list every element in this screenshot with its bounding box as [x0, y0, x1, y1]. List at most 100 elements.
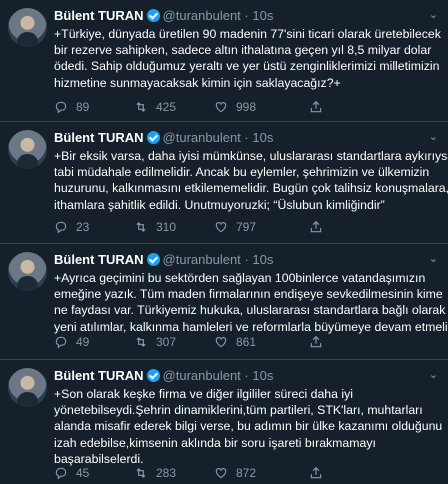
- retweet-icon: [136, 337, 146, 347]
- tweet-text-line: yönetebilseydi.Şehrin dinamiklerini,tüm …: [54, 403, 423, 418]
- like-count: 861: [236, 335, 257, 349]
- tweet-actions: 89 425 998: [54, 100, 434, 116]
- tweet-actions: 49 307 861: [54, 335, 434, 351]
- chevron-down-icon[interactable]: ⌄: [429, 130, 438, 143]
- tweet-time[interactable]: 10s: [252, 8, 273, 23]
- like-button[interactable]: 861: [214, 335, 256, 349]
- like-count: 872: [236, 466, 257, 480]
- separator-dot: ·: [240, 8, 253, 23]
- retweet-icon: [136, 102, 146, 112]
- tweet-header: Bülent TURAN @turanbulent · 10s: [54, 8, 273, 24]
- author-handle[interactable]: @turanbulent: [163, 252, 241, 267]
- separator-dot: ·: [240, 252, 253, 267]
- tweet-text-line: +Türkiye, dünyada üretilen 90 madenin 77…: [54, 27, 441, 41]
- retweet-button[interactable]: 425: [134, 100, 176, 114]
- share-button[interactable]: [309, 335, 331, 349]
- share-icon: [310, 335, 322, 348]
- tweet-text-line: +Ayrıca geçimini bu sektörden sağlayan 1…: [54, 271, 426, 285]
- retweet-button[interactable]: 310: [134, 220, 176, 234]
- retweet-count: 310: [156, 220, 177, 234]
- chevron-down-icon[interactable]: ⌄: [429, 8, 438, 21]
- share-button[interactable]: [309, 220, 331, 234]
- share-button[interactable]: [309, 466, 331, 480]
- share-icon: [310, 466, 322, 479]
- tweet-header: Bülent TURAN @turanbulent · 10s: [54, 130, 273, 146]
- verified-badge-icon: [146, 369, 160, 382]
- reply-icon: [55, 467, 67, 480]
- tweet-text: +Son olarak keşke firma ve diğer ilgilil…: [54, 386, 442, 467]
- reply-icon: [55, 336, 67, 349]
- tweet-card[interactable]: Bülent TURAN @turanbulent · 10s ⌄ +Bir ek…: [0, 122, 448, 244]
- reply-button[interactable]: 23: [54, 220, 89, 234]
- like-count: 797: [236, 220, 257, 234]
- share-button[interactable]: [309, 100, 331, 114]
- like-button[interactable]: 998: [214, 100, 256, 114]
- tweet-time[interactable]: 10s: [252, 252, 273, 267]
- reply-button[interactable]: 49: [54, 335, 89, 349]
- author-name[interactable]: Bülent TURAN: [54, 252, 144, 267]
- tweet-text: +Ayrıca geçimini bu sektörden sağlayan 1…: [54, 270, 448, 335]
- author-name[interactable]: Bülent TURAN: [54, 8, 144, 23]
- tweet-text-line: ödedi. Sahip olduğumuz yeraltı ve yer üs…: [54, 59, 440, 74]
- reply-count: 49: [76, 335, 90, 349]
- reply-button[interactable]: 45: [54, 466, 89, 480]
- tweet-text-line: alanda misafir ederek bilgi verse, bu ad…: [54, 419, 443, 434]
- tweet-text-line: izah edebilse,kimsenin aklında bir soru …: [54, 435, 376, 450]
- retweet-button[interactable]: 307: [134, 335, 176, 349]
- share-icon: [310, 100, 322, 113]
- tweet-time[interactable]: 10s: [252, 368, 273, 383]
- author-handle[interactable]: @turanbulent: [163, 8, 241, 23]
- verified-badge-icon: [146, 131, 160, 144]
- reply-icon: [55, 101, 67, 114]
- tweet-card[interactable]: Bülent TURAN @turanbulent · 10s ⌄ +Son ol…: [0, 360, 448, 484]
- author-handle[interactable]: @turanbulent: [163, 368, 241, 383]
- reply-count: 89: [76, 100, 90, 114]
- tweet-text-line: +Bir eksik varsa, daha iyisi mümkünse, u…: [54, 149, 448, 163]
- chevron-down-icon[interactable]: ⌄: [429, 368, 438, 381]
- chevron-down-icon[interactable]: ⌄: [429, 252, 438, 265]
- avatar[interactable]: [8, 8, 47, 47]
- tweet-text-line: hizmetine sunmayacaksak kimin için sakla…: [54, 75, 341, 90]
- tweet-actions: 45 283 872: [54, 466, 434, 482]
- verified-badge-icon: [146, 253, 160, 266]
- share-icon: [310, 220, 322, 233]
- tweet-text-line: ne faydası var. Türkiyemiz hukuka, ulusl…: [54, 303, 446, 318]
- tweet-text-line: +Son olarak keşke firma ve diğer ilgilil…: [54, 387, 354, 401]
- verified-badge-icon: [146, 9, 160, 22]
- tweet-text: +Bir eksik varsa, daha iyisi mümkünse, u…: [54, 148, 448, 213]
- tweet-text-line: tabi müdahale edilmelidir. Ancak bu eyle…: [54, 165, 430, 180]
- avatar[interactable]: [8, 368, 47, 407]
- tweet-time[interactable]: 10s: [252, 130, 273, 145]
- tweet-actions: 23 310 797: [54, 220, 434, 236]
- tweet-text-line: huzurunu, kalkınmasını etkilememelidir. …: [54, 181, 448, 196]
- reply-count: 45: [76, 466, 90, 480]
- tweet-text-line: yeni atılımlar, kalkınma hamleleri ve re…: [54, 319, 448, 334]
- like-count: 998: [236, 100, 257, 114]
- retweet-button[interactable]: 283: [134, 466, 176, 480]
- tweet-header: Bülent TURAN @turanbulent · 10s: [54, 252, 273, 268]
- author-name[interactable]: Bülent TURAN: [54, 130, 144, 145]
- retweet-count: 283: [156, 466, 177, 480]
- reply-button[interactable]: 89: [54, 100, 89, 114]
- retweet-icon: [136, 468, 146, 478]
- retweet-count: 307: [156, 335, 177, 349]
- tweet-text-line: bir rezerve sahipken, sadece altın ithal…: [54, 43, 432, 58]
- like-button[interactable]: 872: [214, 466, 256, 480]
- author-name[interactable]: Bülent TURAN: [54, 368, 144, 383]
- tweet-card[interactable]: Bülent TURAN @turanbulent · 10s ⌄ +Ayrıca…: [0, 244, 448, 360]
- avatar[interactable]: [8, 130, 47, 169]
- tweet-text-line: emeğine yazık. Tüm maden firmalarının en…: [54, 287, 443, 302]
- avatar[interactable]: [8, 252, 47, 291]
- separator-dot: ·: [240, 368, 253, 383]
- reply-count: 23: [76, 220, 90, 234]
- tweet-text: +Türkiye, dünyada üretilen 90 madenin 77…: [54, 26, 442, 91]
- tweet-card[interactable]: Bülent TURAN @turanbulent · 10s ⌄ +Türkiy…: [0, 0, 448, 122]
- tweet-header: Bülent TURAN @turanbulent · 10s: [54, 368, 273, 384]
- author-handle[interactable]: @turanbulent: [163, 130, 241, 145]
- heart-icon: [215, 337, 227, 348]
- tweet-feed: Bülent TURAN @turanbulent · 10s ⌄ +Türkiy…: [0, 0, 448, 484]
- heart-icon: [215, 222, 227, 233]
- retweet-icon: [136, 222, 146, 232]
- like-button[interactable]: 797: [214, 220, 256, 234]
- heart-icon: [215, 468, 227, 479]
